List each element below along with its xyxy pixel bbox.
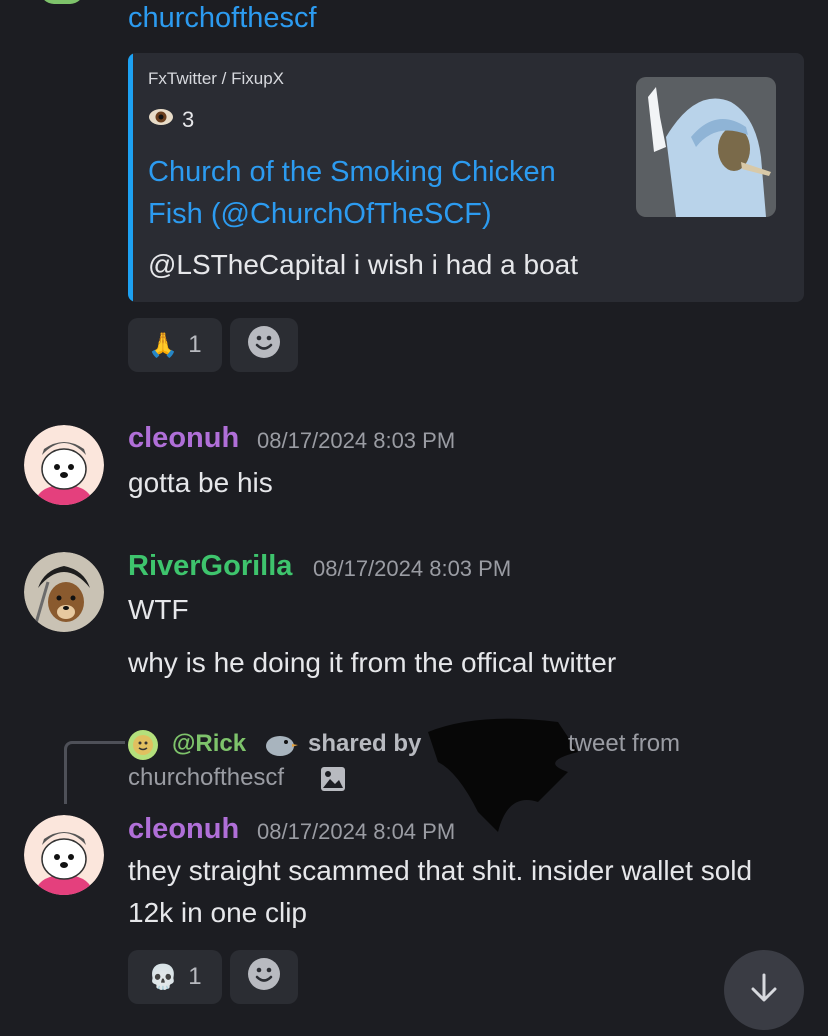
- eye-icon: [148, 107, 174, 133]
- embed-accent-bar: [128, 53, 133, 302]
- bird-icon: [262, 732, 298, 763]
- tweet-embed: FxTwitter / FixupX 3 Church of the Smoki…: [128, 53, 804, 302]
- smiley-icon: [247, 957, 281, 998]
- views-count: 3: [182, 107, 195, 132]
- message-text: gotta be his: [128, 467, 273, 498]
- embed-views: 3: [148, 107, 194, 133]
- message-text: they straight scammed that shit. insider…: [128, 855, 753, 928]
- message-timestamp: 08/17/2024 8:04 PM: [257, 819, 456, 844]
- reaction-pray[interactable]: 🙏 1: [128, 318, 222, 372]
- reaction-count: 1: [188, 963, 202, 990]
- embed-title-link[interactable]: Church of the Smoking Chicken Fish (@Chu…: [148, 151, 618, 235]
- arrow-down-icon: [747, 971, 781, 1010]
- message-author[interactable]: cleonuh: [128, 813, 239, 846]
- avatar-cleonuh[interactable]: [24, 425, 104, 505]
- smiley-icon: [247, 325, 281, 366]
- message-timestamp: 08/17/2024 8:03 PM: [257, 428, 456, 453]
- reaction-count: 1: [188, 331, 202, 358]
- embed-provider[interactable]: FxTwitter / FixupX: [148, 69, 284, 89]
- reply-shared-by: shared by: [308, 730, 422, 757]
- author-link[interactable]: churchofthescf: [128, 2, 317, 35]
- reply-preview[interactable]: @Rick shared by tweet from churchofthesc…: [128, 718, 728, 832]
- embed-description: @LSTheCapital i wish i had a boat: [148, 249, 578, 280]
- scroll-to-bottom-button[interactable]: [724, 950, 804, 1030]
- pray-icon: 🙏: [148, 331, 179, 359]
- message-author[interactable]: RiverGorilla: [128, 550, 292, 583]
- message-timestamp: 08/17/2024 8:03 PM: [313, 556, 512, 581]
- reply-source: churchofthescf: [128, 764, 285, 791]
- message-text: why is he doing it from the offical twit…: [128, 647, 617, 678]
- embed-thumbnail[interactable]: [636, 77, 776, 217]
- reply-mention[interactable]: @Rick: [172, 730, 246, 758]
- skull-icon: 💀: [148, 963, 179, 991]
- reply-tail: tweet from: [568, 730, 681, 757]
- partial-avatar[interactable]: [40, 0, 84, 4]
- add-reaction-button[interactable]: [230, 950, 298, 1004]
- avatar-rivergorilla[interactable]: [24, 552, 104, 632]
- add-reaction-button[interactable]: [230, 318, 298, 372]
- message-text: WTF: [128, 594, 189, 625]
- avatar-cleonuh[interactable]: [24, 815, 104, 895]
- message-author[interactable]: cleonuh: [128, 422, 239, 455]
- image-icon: [320, 766, 346, 797]
- reaction-skull[interactable]: 💀 1: [128, 950, 222, 1004]
- reply-connector: [64, 741, 125, 804]
- rick-avatar-icon: [128, 730, 158, 760]
